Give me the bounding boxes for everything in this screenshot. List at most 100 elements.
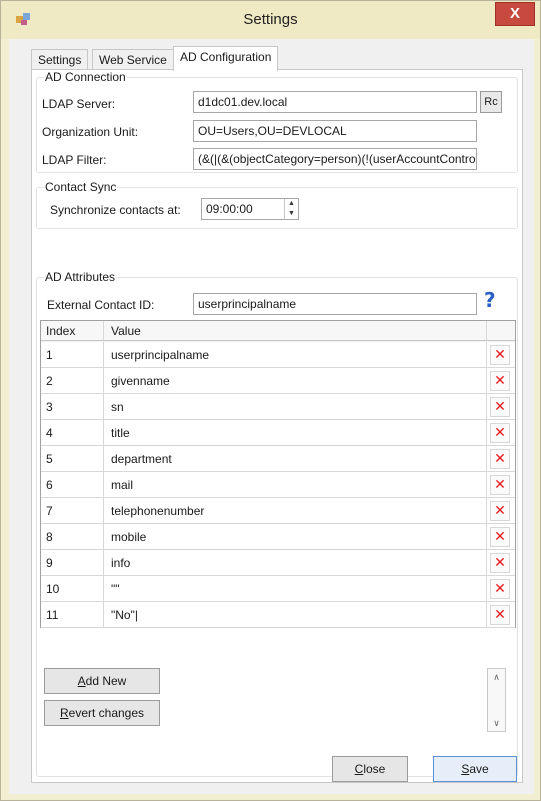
column-divider — [103, 342, 104, 367]
column-header-value[interactable]: Value — [111, 324, 141, 338]
index-cell: 7 — [46, 504, 53, 518]
table-row[interactable]: 9 info ✕ — [41, 550, 515, 576]
ad-attributes-title: AD Attributes — [44, 270, 117, 284]
attributes-grid: Index Value 1 userprincipalname ✕ 2 give… — [40, 320, 516, 628]
table-row[interactable]: 10 "" ✕ — [41, 576, 515, 602]
revert-changes-button[interactable]: Revert changes — [44, 700, 160, 726]
synchronize-label: Synchronize contacts at: — [50, 203, 181, 217]
table-row[interactable]: 6 mail ✕ — [41, 472, 515, 498]
browse-ldap-button[interactable]: Rc — [480, 91, 502, 113]
close-label: lose — [363, 762, 386, 776]
table-row[interactable]: 8 mobile ✕ — [41, 524, 515, 550]
grid-header: Index Value — [41, 321, 515, 341]
table-row[interactable]: 1 userprincipalname ✕ — [41, 342, 515, 368]
title-bar: Settings X — [1, 1, 540, 39]
close-button[interactable]: Close — [332, 756, 408, 782]
value-cell[interactable]: mail — [111, 478, 133, 492]
help-icon[interactable]: ? — [484, 288, 496, 312]
column-divider — [103, 472, 104, 497]
column-divider — [103, 498, 104, 523]
value-cell[interactable]: mobile — [111, 530, 146, 544]
delete-icon[interactable]: ✕ — [490, 397, 510, 417]
sync-time-value: 09:00:00 — [206, 202, 253, 216]
scroll-down-icon[interactable]: ∨ — [488, 715, 505, 731]
column-header-index[interactable]: Index — [46, 324, 75, 338]
column-divider — [486, 394, 487, 419]
column-divider — [486, 342, 487, 367]
delete-icon[interactable]: ✕ — [490, 527, 510, 547]
add-new-button[interactable]: Add New — [44, 668, 160, 694]
tab-ad-configuration[interactable]: AD Configuration — [173, 46, 279, 71]
column-divider — [486, 576, 487, 601]
ad-connection-title: AD Connection — [44, 70, 127, 84]
table-row[interactable]: 4 title ✕ — [41, 420, 515, 446]
value-cell[interactable]: "" — [111, 582, 120, 596]
window-close-button[interactable]: X — [495, 2, 535, 26]
value-cell[interactable]: telephonenumber — [111, 504, 204, 518]
revert-accel: R — [59, 706, 69, 720]
dialog-client: Settings Web Service AD Configuration AD… — [9, 39, 534, 794]
index-cell: 9 — [46, 556, 53, 570]
column-divider — [103, 394, 104, 419]
column-divider — [103, 420, 104, 445]
add-new-label: dd New — [85, 674, 127, 688]
column-divider — [103, 550, 104, 575]
delete-icon[interactable]: ✕ — [490, 605, 510, 625]
table-row[interactable]: 11 "No"| ✕ — [41, 602, 515, 628]
spin-up-icon[interactable]: ▲ — [285, 199, 298, 209]
ldap-filter-field[interactable]: (&(|(&(objectCategory=person)(!(userAcco… — [193, 148, 477, 170]
column-divider — [486, 602, 487, 627]
value-cell[interactable]: sn — [111, 400, 124, 414]
sync-time-field[interactable]: 09:00:00 ▲ ▼ — [201, 198, 299, 220]
index-cell: 2 — [46, 374, 53, 388]
delete-icon[interactable]: ✕ — [490, 423, 510, 443]
index-cell: 10 — [46, 582, 60, 596]
sync-time-spinner[interactable]: ▲ ▼ — [284, 199, 298, 219]
ldap-filter-label: LDAP Filter: — [42, 153, 107, 167]
index-cell: 6 — [46, 478, 53, 492]
tab-settings[interactable]: Settings — [31, 49, 89, 70]
contact-sync-title: Contact Sync — [44, 180, 118, 194]
save-button[interactable]: Save — [433, 756, 517, 782]
value-cell[interactable]: userprincipalname — [111, 348, 209, 362]
column-divider — [486, 446, 487, 471]
save-label: ave — [469, 762, 489, 776]
column-divider — [103, 446, 104, 471]
delete-icon[interactable]: ✕ — [490, 449, 510, 469]
value-cell[interactable]: info — [111, 556, 130, 570]
revert-label: evert changes — [68, 706, 145, 720]
external-contact-id-field[interactable]: userprincipalname — [193, 293, 477, 315]
vertical-scrollbar[interactable]: ∧ ∨ — [487, 668, 506, 732]
ldap-server-field[interactable]: d1dc01.dev.local — [193, 91, 477, 113]
value-cell[interactable]: title — [111, 426, 130, 440]
index-cell: 5 — [46, 452, 53, 466]
column-divider — [486, 550, 487, 575]
column-divider — [486, 420, 487, 445]
table-row[interactable]: 3 sn ✕ — [41, 394, 515, 420]
delete-icon[interactable]: ✕ — [490, 345, 510, 365]
delete-icon[interactable]: ✕ — [490, 501, 510, 521]
delete-icon[interactable]: ✕ — [490, 579, 510, 599]
value-cell[interactable]: "No"| — [111, 608, 138, 622]
delete-icon[interactable]: ✕ — [490, 371, 510, 391]
index-cell: 8 — [46, 530, 53, 544]
table-row[interactable]: 7 telephonenumber ✕ — [41, 498, 515, 524]
table-row[interactable]: 5 department ✕ — [41, 446, 515, 472]
value-cell[interactable]: department — [111, 452, 172, 466]
delete-icon[interactable]: ✕ — [490, 553, 510, 573]
scroll-up-icon[interactable]: ∧ — [488, 669, 505, 685]
add-new-accel: A — [77, 674, 86, 688]
organization-unit-field[interactable]: OU=Users,OU=DEVLOCAL — [193, 120, 477, 142]
ad-configuration-panel: AD Connection LDAP Server: d1dc01.dev.lo… — [31, 69, 523, 783]
tab-web-service[interactable]: Web Service — [92, 49, 174, 70]
value-cell[interactable]: givenname — [111, 374, 170, 388]
column-divider — [103, 524, 104, 549]
delete-icon[interactable]: ✕ — [490, 475, 510, 495]
column-divider — [486, 368, 487, 393]
column-divider — [486, 472, 487, 497]
spin-down-icon[interactable]: ▼ — [285, 209, 298, 219]
ldap-server-label: LDAP Server: — [42, 97, 116, 111]
table-row[interactable]: 2 givenname ✕ — [41, 368, 515, 394]
column-divider — [486, 321, 487, 340]
settings-window: Settings X Settings Web Service AD Confi… — [0, 0, 541, 801]
